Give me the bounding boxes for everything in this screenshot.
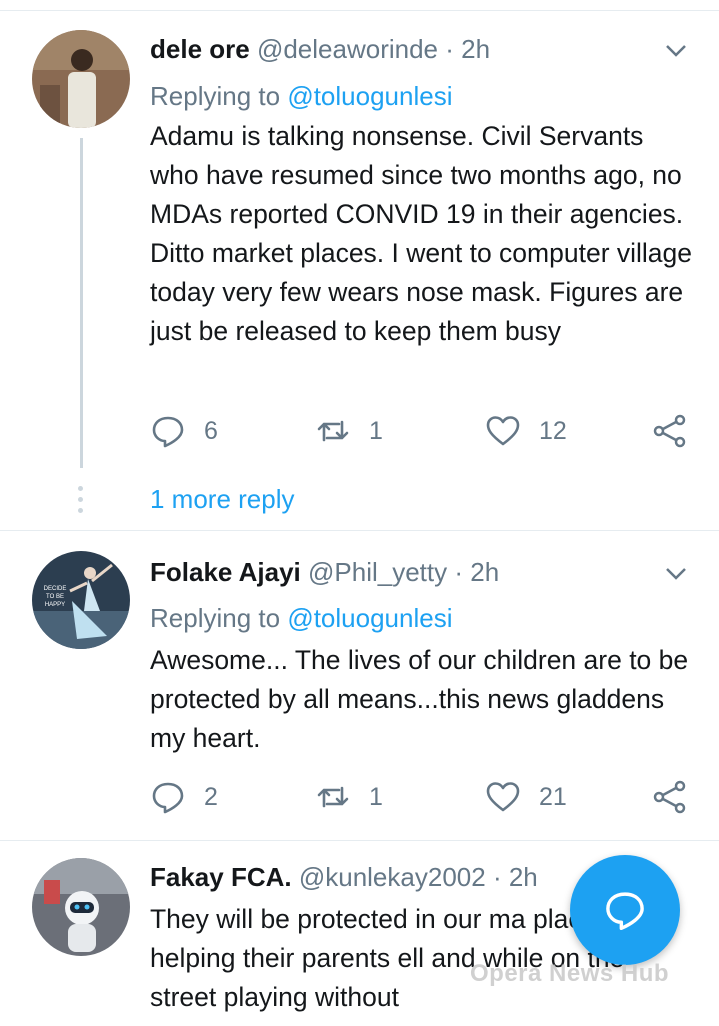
timestamp: · 2h <box>454 557 500 587</box>
display-name[interactable]: Fakay FCA. <box>150 862 292 892</box>
reply-count: 2 <box>204 782 218 811</box>
like-count: 12 <box>539 416 567 445</box>
mention-link[interactable]: @toluogunlesi <box>287 603 452 633</box>
reply-count: 6 <box>204 416 218 445</box>
tweet-divider <box>0 840 719 841</box>
avatar[interactable] <box>32 858 130 956</box>
tweet-actions: 6 1 12 <box>150 411 695 451</box>
retweet-button[interactable]: 1 <box>315 777 383 817</box>
retweet-icon <box>317 420 349 442</box>
like-button[interactable]: 12 <box>485 411 567 451</box>
username[interactable]: @Phil_yetty <box>308 557 447 587</box>
more-reply-link[interactable]: 1 more reply <box>150 484 295 515</box>
username[interactable]: @deleaworinde <box>257 34 438 64</box>
share-button[interactable] <box>652 411 688 451</box>
thread-dots <box>78 486 84 519</box>
share-icon <box>653 414 686 448</box>
reply-icon <box>152 782 184 814</box>
tweet-header: dele ore @deleaworinde · 2h <box>150 32 679 66</box>
replying-to: Replying to @toluogunlesi <box>150 79 452 113</box>
timestamp: · 2h <box>445 34 491 64</box>
share-button[interactable] <box>652 777 688 817</box>
compose-reply-button[interactable] <box>570 855 680 965</box>
retweet-count: 1 <box>369 416 383 445</box>
tweet-divider <box>0 530 719 531</box>
display-name[interactable]: Folake Ajayi <box>150 557 301 587</box>
chevron-down-icon[interactable] <box>663 560 689 586</box>
tweet-text: Adamu is talking nonsense. Civil Servant… <box>150 121 693 346</box>
retweet-icon <box>317 786 349 808</box>
share-icon <box>653 780 686 814</box>
avatar-caption: DECIDE TO BE HAPPY <box>43 586 67 608</box>
heart-icon <box>486 782 520 812</box>
timestamp: · 2h <box>492 862 538 892</box>
username[interactable]: @kunlekay2002 <box>299 862 486 892</box>
retweet-count: 1 <box>369 782 383 811</box>
top-divider <box>0 0 719 11</box>
tweet-text: Awesome... The lives of our children are… <box>150 645 689 753</box>
avatar[interactable] <box>32 30 130 128</box>
mention-link[interactable]: @toluogunlesi <box>287 81 452 111</box>
like-button[interactable]: 21 <box>485 777 567 817</box>
heart-icon <box>486 416 520 446</box>
tweet-header: Folake Ajayi @Phil_yetty · 2h <box>150 555 679 589</box>
display-name[interactable]: dele ore <box>150 34 250 64</box>
like-count: 21 <box>539 782 567 811</box>
chevron-down-icon[interactable] <box>663 37 689 63</box>
watermark: Opera News Hub <box>470 960 670 987</box>
reply-button[interactable]: 2 <box>150 777 218 817</box>
replying-prefix: Replying to <box>150 603 288 633</box>
replying-prefix: Replying to <box>150 81 288 111</box>
reply-icon <box>606 892 644 931</box>
thread-line <box>80 138 83 468</box>
reply-button[interactable]: 6 <box>150 411 218 451</box>
avatar[interactable]: DECIDE TO BE HAPPY <box>32 551 130 649</box>
replying-to: Replying to @toluogunlesi <box>150 601 452 635</box>
tweet-actions: 2 1 21 <box>150 777 695 817</box>
retweet-button[interactable]: 1 <box>315 411 383 451</box>
reply-icon <box>152 416 184 448</box>
